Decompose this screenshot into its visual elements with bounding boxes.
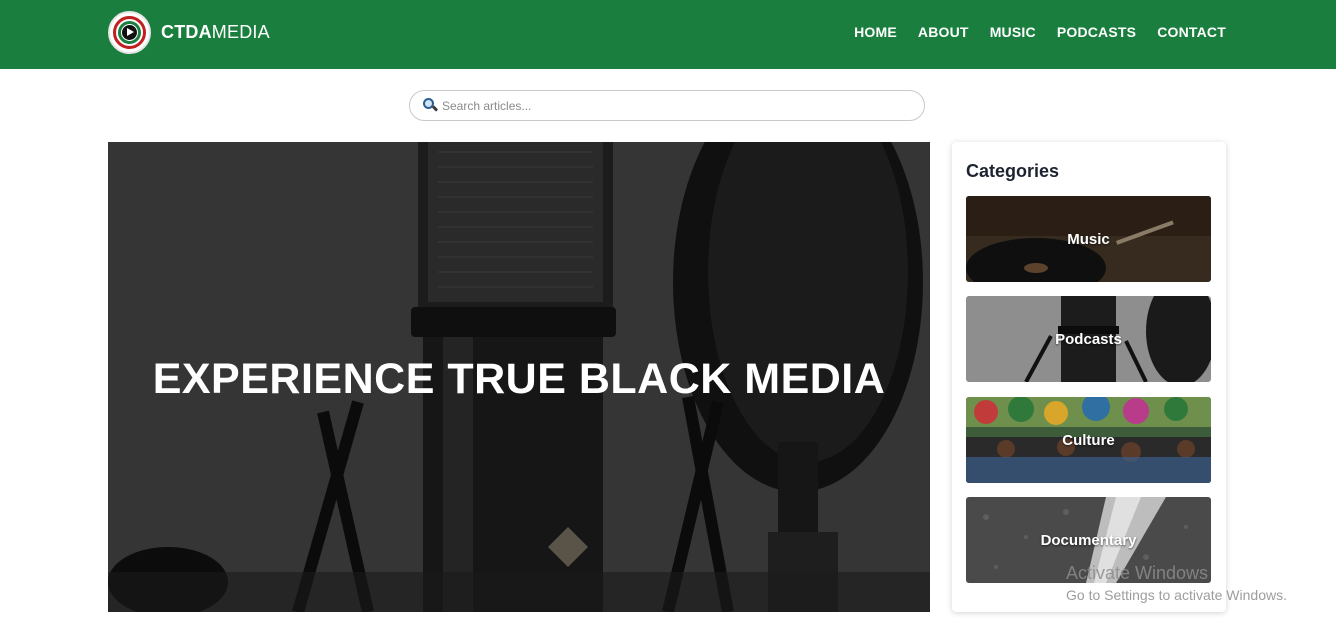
categories-sidebar: Categories Music Podcasts Culture Docume…: [952, 142, 1226, 612]
brand-logo[interactable]: CTDAMEDIA: [108, 11, 270, 54]
watermark-line1: Activate Windows: [1066, 563, 1209, 583]
category-label: Culture: [1062, 431, 1115, 449]
hero-banner: EXPERIENCE TRUE BLACK MEDIA: [108, 142, 930, 612]
search-input[interactable]: [442, 98, 902, 113]
windows-activation-watermark: Activate Windows Go to Settings to activ…: [1066, 563, 1287, 603]
logo-icon: [108, 11, 151, 54]
category-label: Music: [1067, 230, 1110, 248]
hero-title: EXPERIENCE TRUE BLACK MEDIA: [152, 355, 886, 403]
site-header: CTDAMEDIA HOME ABOUT MUSIC PODCASTS CONT…: [0, 0, 1336, 69]
category-card-music[interactable]: Music: [966, 196, 1211, 282]
nav-podcasts[interactable]: PODCASTS: [1057, 24, 1136, 40]
nav-contact[interactable]: CONTACT: [1157, 24, 1226, 40]
nav-music[interactable]: MUSIC: [990, 24, 1036, 40]
main-nav: HOME ABOUT MUSIC PODCASTS CONTACT: [854, 24, 1226, 40]
watermark-line2: Go to Settings to activate Windows.: [1066, 587, 1287, 603]
magnifier-icon: [422, 97, 439, 114]
category-card-culture[interactable]: Culture: [966, 397, 1211, 483]
nav-about[interactable]: ABOUT: [918, 24, 969, 40]
category-card-podcasts[interactable]: Podcasts: [966, 296, 1211, 382]
nav-home[interactable]: HOME: [854, 24, 897, 40]
search-bar[interactable]: [409, 90, 925, 121]
category-label: Podcasts: [1055, 330, 1122, 348]
brand-name: CTDAMEDIA: [161, 22, 270, 42]
sidebar-title: Categories: [966, 161, 1060, 181]
